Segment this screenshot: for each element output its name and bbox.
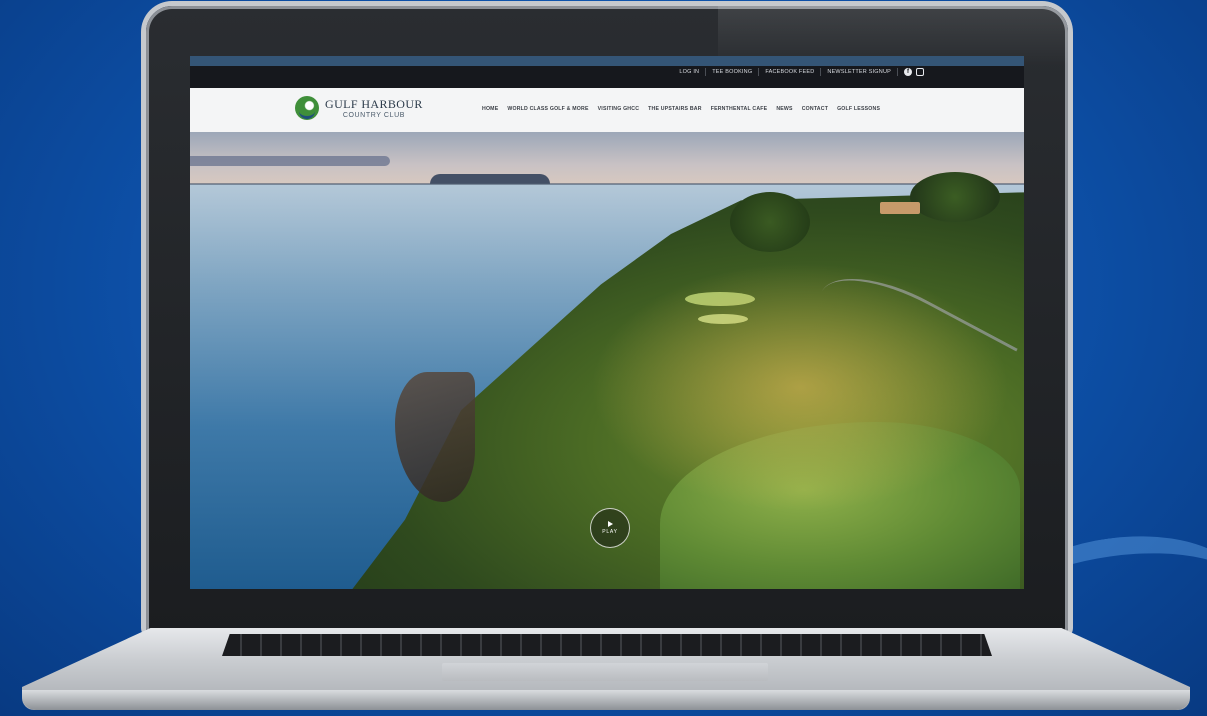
logo-title: GULF HARBOUR [325, 96, 423, 111]
browser-strip [190, 56, 1024, 66]
login-link[interactable]: LOG IN [673, 68, 707, 76]
hero-clubhouse [880, 202, 920, 214]
hero-cloud [190, 156, 390, 166]
hero-trees [730, 192, 810, 252]
nav-world-class-golf[interactable]: WORLD CLASS GOLF & MORE [507, 106, 588, 112]
nav-upstairs-bar[interactable]: THE UPSTAIRS BAR [648, 106, 702, 112]
facebook-feed-link[interactable]: FACEBOOK FEED [759, 68, 822, 76]
logo-text: GULF HARBOUR COUNTRY CLUB [325, 98, 423, 119]
laptop-keyboard [222, 634, 992, 656]
hero-trees-far [910, 172, 1000, 222]
hero-green-lower [698, 314, 748, 324]
site-logo[interactable]: GULF HARBOUR COUNTRY CLUB [295, 96, 423, 120]
play-video-button[interactable]: PLAY [590, 508, 630, 548]
laptop-screen: LOG IN TEE BOOKING FACEBOOK FEED NEWSLET… [190, 56, 1024, 589]
hero-green [685, 292, 755, 306]
play-icon [607, 521, 613, 527]
laptop-trackpad [442, 663, 768, 681]
nav-contact[interactable]: CONTACT [802, 106, 828, 112]
nav-golf-lessons[interactable]: GOLF LESSONS [837, 106, 880, 112]
nav-menu: HOME WORLD CLASS GOLF & MORE VISITING GH… [482, 106, 880, 112]
main-navbar: GULF HARBOUR COUNTRY CLUB HOME WORLD CLA… [190, 88, 1024, 133]
logo-mark-icon [295, 96, 319, 120]
tee-booking-link[interactable]: TEE BOOKING [706, 68, 760, 76]
hero-banner: PLAY [190, 132, 1024, 589]
instagram-icon[interactable] [916, 68, 924, 76]
nav-cafe[interactable]: FERNTHENTAL CAFE [711, 106, 768, 112]
facebook-icon[interactable]: f [904, 68, 912, 76]
logo-subtitle: COUNTRY CLUB [342, 111, 405, 119]
play-label: PLAY [602, 529, 618, 535]
utility-topbar: LOG IN TEE BOOKING FACEBOOK FEED NEWSLET… [190, 56, 1024, 88]
nav-home[interactable]: HOME [482, 106, 498, 112]
hero-horizon [190, 183, 1024, 185]
nav-visiting-ghcc[interactable]: VISITING GHCC [598, 106, 640, 112]
laptop-base-edge [22, 690, 1190, 710]
social-links: f [898, 68, 924, 76]
nav-news[interactable]: NEWS [776, 106, 792, 112]
newsletter-signup-link[interactable]: NEWSLETTER SIGNUP [821, 68, 898, 76]
